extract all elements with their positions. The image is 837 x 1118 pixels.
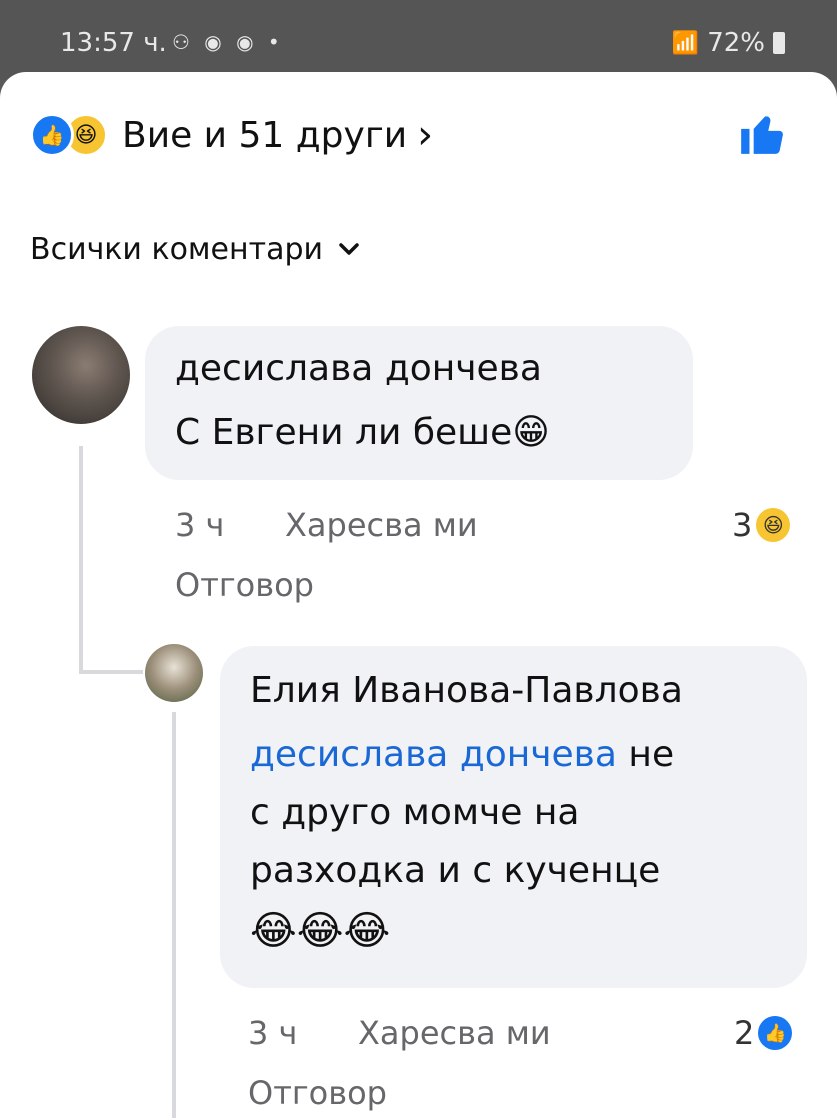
comment-time: 3 ч: [248, 1014, 298, 1052]
like-link[interactable]: Харесва ми: [285, 506, 478, 544]
wifi-icon: 📶: [671, 30, 700, 56]
comment-author[interactable]: десислава дончева: [175, 348, 542, 389]
comment-time: 3 ч: [175, 506, 225, 544]
mention-link[interactable]: десислава дончева: [250, 734, 617, 775]
comment-text-body: С Евгени ли беше: [175, 412, 513, 453]
comment-text: десислава дончева не с друго момче на ра…: [250, 726, 790, 962]
chevron-right-icon: ›: [417, 112, 434, 158]
chevron-down-icon: [339, 242, 359, 255]
like-reaction-icon: 👍: [30, 113, 74, 157]
notification-icons: ⚇ ◉ ◉ •: [172, 30, 284, 54]
reaction-count[interactable]: 3 😆: [732, 506, 791, 544]
comment-author[interactable]: Елия Иванова-Павлова: [250, 670, 683, 711]
reaction-count[interactable]: 2 👍: [734, 1014, 793, 1052]
reactions-summary-text: Вие и 51 други: [122, 114, 408, 156]
reactions-summary[interactable]: 👍 😆 Вие и 51 други ›: [30, 112, 433, 158]
reaction-count-value: 2: [734, 1014, 755, 1052]
battery-icon: [773, 32, 785, 54]
thread-line: [172, 712, 176, 1118]
comment-text-line: не: [628, 734, 675, 775]
like-icon: 👍: [758, 1016, 793, 1050]
comment-text: С Евгени ли беше😁: [175, 404, 550, 462]
status-bar: 13:57 ч. ⚇ ◉ ◉ • 📶 72%: [0, 0, 837, 80]
comments-sheet: 👍 😆 Вие и 51 други › Всички коментари де…: [0, 72, 837, 1118]
thread-line: [79, 446, 83, 672]
reaction-count-value: 3: [732, 506, 753, 544]
emoji: 😂😂😂: [250, 908, 391, 954]
reply-link[interactable]: Отговор: [248, 1074, 387, 1112]
battery-level: 72%: [707, 28, 765, 58]
status-time: 13:57 ч.: [60, 28, 167, 58]
thread-connector: [79, 670, 143, 674]
filter-label: Всички коментари: [30, 232, 324, 267]
like-link[interactable]: Харесва ми: [358, 1014, 551, 1052]
comments-filter-dropdown[interactable]: Всички коментари: [30, 232, 359, 267]
emoji: 😁: [512, 412, 550, 453]
comment-text-line: с друго момче на: [250, 792, 580, 833]
reply-link[interactable]: Отговор: [175, 566, 314, 604]
status-right: 📶 72%: [672, 28, 785, 58]
comment-text-line: разходка и с кученце: [250, 850, 661, 891]
haha-icon: 😆: [756, 508, 791, 542]
comment-bubble: десислава дончева С Евгени ли беше😁: [145, 326, 693, 480]
avatar[interactable]: [145, 644, 203, 702]
avatar[interactable]: [32, 326, 130, 424]
comment-bubble: Елия Иванова-Павлова десислава дончева н…: [220, 646, 807, 988]
like-button-icon[interactable]: [737, 108, 787, 158]
